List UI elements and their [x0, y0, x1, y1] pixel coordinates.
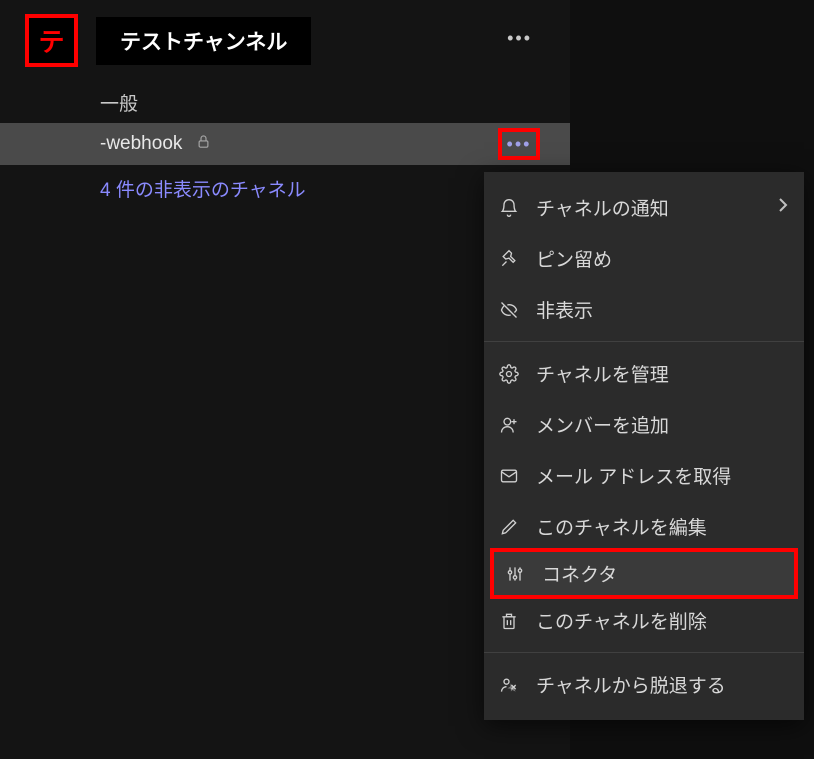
menu-channel-notifications[interactable]: チャネルの通知: [484, 182, 804, 233]
menu-add-member[interactable]: メンバーを追加: [484, 399, 804, 450]
menu-hide[interactable]: 非表示: [484, 284, 804, 335]
channel-more-button[interactable]: •••: [498, 128, 540, 160]
menu-label: ピン留め: [536, 245, 788, 272]
menu-label: チャネルから脱退する: [536, 671, 788, 698]
menu-group-1: チャネルの通知 ピン留め 非表示: [484, 176, 804, 341]
menu-group-2: チャネルを管理 メンバーを追加 メール アドレスを取得: [484, 342, 804, 652]
trash-icon: [498, 610, 520, 632]
menu-get-email[interactable]: メール アドレスを取得: [484, 450, 804, 501]
lock-icon: [196, 133, 211, 156]
menu-label: 非表示: [536, 296, 788, 323]
more-dots-icon: •••: [507, 134, 532, 155]
channel-context-menu: チャネルの通知 ピン留め 非表示: [484, 172, 804, 720]
menu-edit-channel[interactable]: このチャネルを編集: [484, 501, 804, 552]
menu-label: メンバーを追加: [536, 411, 788, 438]
gear-icon: [498, 363, 520, 385]
channel-general[interactable]: 一般: [0, 81, 570, 123]
team-more-button[interactable]: •••: [507, 28, 532, 49]
menu-pin[interactable]: ピン留め: [484, 233, 804, 284]
menu-delete-channel[interactable]: このチャネルを削除: [484, 595, 804, 646]
add-member-icon: [498, 414, 520, 436]
chevron-right-icon: [778, 197, 788, 219]
channel-webhook[interactable]: -webhook •••: [0, 123, 570, 165]
menu-label: このチャネルを編集: [536, 513, 788, 540]
hide-icon: [498, 299, 520, 321]
menu-label: このチャネルを削除: [536, 607, 788, 634]
channel-label: 一般: [100, 89, 138, 116]
menu-label: コネクタ: [542, 560, 782, 587]
leave-icon: [498, 674, 520, 696]
menu-label: チャネルを管理: [536, 360, 788, 387]
menu-leave-channel[interactable]: チャネルから脱退する: [484, 659, 804, 710]
connector-icon: [504, 563, 526, 585]
menu-group-3: チャネルから脱退する: [484, 653, 804, 716]
team-header: テ テストチャンネル •••: [0, 0, 570, 81]
menu-label: メール アドレスを取得: [536, 462, 788, 489]
team-name[interactable]: テストチャンネル: [96, 17, 311, 65]
pencil-icon: [498, 516, 520, 538]
bell-icon: [498, 197, 520, 219]
channel-label: -webhook: [100, 133, 182, 155]
pin-icon: [498, 248, 520, 270]
menu-label: チャネルの通知: [536, 194, 788, 221]
mail-icon: [498, 465, 520, 487]
menu-connectors[interactable]: コネクタ: [490, 548, 798, 599]
team-avatar[interactable]: テ: [25, 14, 78, 67]
menu-manage-channel[interactable]: チャネルを管理: [484, 348, 804, 399]
